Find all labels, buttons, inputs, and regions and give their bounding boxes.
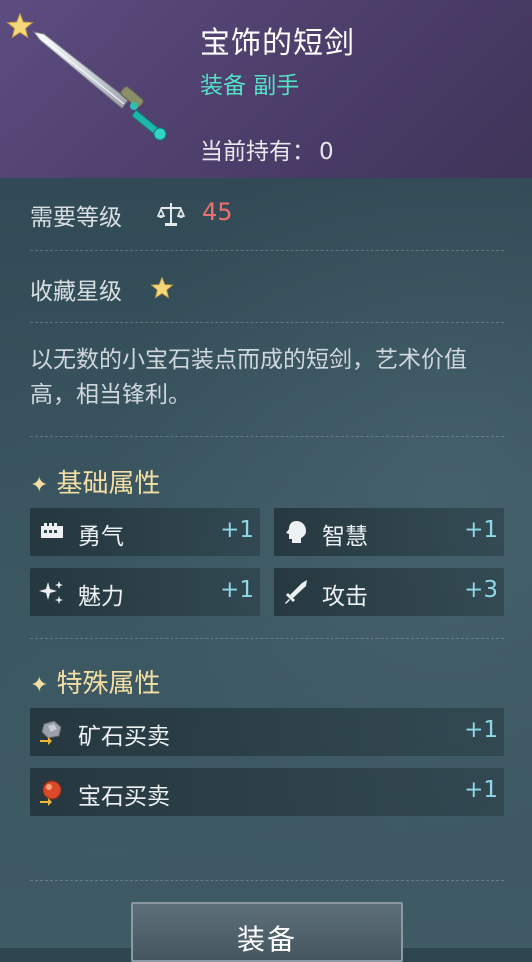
item-description: 以无数的小宝石装点而成的短剑，艺术价值高，相当锋利。 <box>30 347 467 408</box>
required-level-value: 45 <box>202 198 233 226</box>
stat-label: 勇气 <box>78 524 124 550</box>
basic-attributes-header: ✦ 基础属性 <box>30 463 160 500</box>
divider <box>30 250 504 251</box>
star-icon <box>150 276 174 299</box>
scale-icon <box>156 203 186 226</box>
item-type: 装备 副手 <box>200 73 300 99</box>
sword-attack-icon <box>285 580 307 604</box>
stat-label: 智慧 <box>322 524 368 550</box>
divider <box>30 638 504 639</box>
wisdom-head-icon <box>286 521 306 543</box>
stat-label: 宝石买卖 <box>78 784 170 810</box>
stat-value: +1 <box>220 577 254 603</box>
stat-label: 攻击 <box>322 584 368 610</box>
stat-label: 矿石买卖 <box>78 724 170 750</box>
stat-gem-trade: 宝石买卖 +1 <box>30 768 504 816</box>
divider <box>30 436 504 437</box>
ore-trade-icon <box>40 720 62 745</box>
owned-value: 0 <box>319 139 334 165</box>
stat-ore-trade: 矿石买卖 +1 <box>30 708 504 756</box>
short-sword-item-icon <box>32 31 167 141</box>
special-attributes-title: 特殊属性 <box>56 669 161 699</box>
required-level-label: 需要等级 <box>30 205 122 231</box>
gem-trade-icon <box>40 780 62 806</box>
stat-wisdom: 智慧 +1 <box>274 508 504 556</box>
equip-button[interactable]: 装备 <box>131 902 403 962</box>
divider <box>30 322 504 323</box>
stat-label: 魅力 <box>78 584 124 610</box>
stat-charm: 魅力 +1 <box>30 568 260 616</box>
basic-attributes-title: 基础属性 <box>56 469 161 499</box>
stat-value: +1 <box>464 717 498 743</box>
sparkle-icon: ✦ <box>30 673 49 698</box>
stat-value: +1 <box>464 517 498 543</box>
stat-value: +3 <box>464 577 498 603</box>
courage-icon <box>41 523 63 538</box>
divider <box>30 880 504 881</box>
collection-star-label: 收藏星级 <box>30 279 122 305</box>
item-name: 宝饰的短剑 <box>200 26 355 61</box>
stat-attack: 攻击 +3 <box>274 568 504 616</box>
special-attributes-header: ✦ 特殊属性 <box>30 663 160 700</box>
stat-value: +1 <box>464 777 498 803</box>
stat-courage: 勇气 +1 <box>30 508 260 556</box>
stat-value: +1 <box>220 517 254 543</box>
owned-count: 当前持有： 0 <box>200 132 334 166</box>
sparkle-icon: ✦ <box>30 473 49 498</box>
equip-button-label: 装备 <box>236 923 297 956</box>
owned-label: 当前持有： <box>200 139 315 165</box>
charm-sparkle-icon <box>39 581 63 604</box>
item-header: 宝饰的短剑 装备 副手 当前持有： 0 <box>0 0 532 178</box>
